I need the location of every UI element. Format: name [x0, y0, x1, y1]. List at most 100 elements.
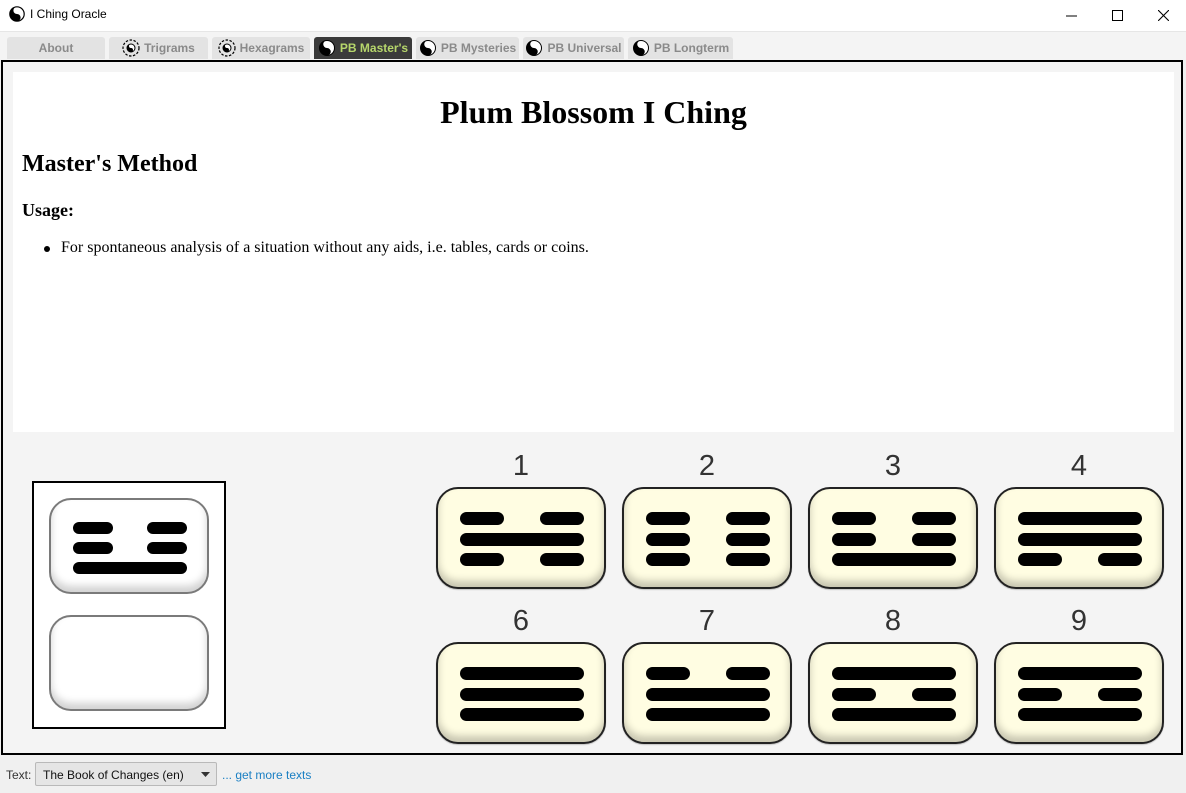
trigram-number: 4	[1070, 450, 1088, 482]
method-heading: Master's Method	[22, 151, 198, 177]
trigram-line	[1018, 553, 1062, 566]
tab-label: PB Universal	[547, 41, 622, 55]
yin-yang-icon	[632, 40, 649, 56]
window-title: I Ching Oracle	[30, 7, 107, 21]
lower-trigram-slot[interactable]	[49, 615, 209, 711]
trigram-line	[646, 512, 690, 525]
close-icon	[1157, 10, 1169, 21]
trigram-line	[73, 522, 113, 534]
trigram-line	[1018, 533, 1142, 546]
usage-heading: Usage:	[22, 200, 74, 220]
trigram-number: 2	[698, 450, 716, 482]
trigram-button-7[interactable]	[622, 642, 792, 744]
trigram-number: 8	[884, 605, 902, 637]
trigram-line	[912, 512, 956, 525]
trigram-line	[832, 512, 876, 525]
trigram-line	[1018, 688, 1062, 701]
minimize-button[interactable]	[1048, 0, 1094, 31]
trigram-lines	[1018, 667, 1142, 721]
trigram-lines	[832, 667, 956, 721]
yin-yang-icon	[526, 40, 543, 56]
yin-yang-icon	[9, 6, 25, 22]
trigram-line	[73, 542, 113, 554]
yin-yang-icon	[318, 40, 335, 56]
trigram-lines	[1018, 512, 1142, 566]
trigram-lines	[646, 667, 770, 721]
trigram-line	[460, 708, 584, 721]
trigram-line	[1018, 708, 1142, 721]
bullet-icon	[44, 246, 50, 252]
yin-yang-icon	[419, 40, 436, 56]
trigram-button-4[interactable]	[994, 487, 1164, 589]
trigram-button-6[interactable]	[436, 642, 606, 744]
trigram-lines	[646, 512, 770, 566]
text-select[interactable]: The Book of Changes (en)	[35, 762, 217, 786]
selected-text: The Book of Changes (en)	[43, 768, 184, 782]
trigram-line	[832, 533, 876, 546]
trigram-line	[646, 667, 690, 680]
tab-pb-mysteries[interactable]: PB Mysteries	[416, 37, 519, 59]
trigram-line	[460, 667, 584, 680]
trigram-line	[460, 553, 504, 566]
list-item: For spontaneous analysis of a situation …	[43, 239, 589, 257]
tab-trigrams[interactable]: Trigrams	[109, 37, 208, 59]
trigram-line	[460, 688, 584, 701]
trigram-line	[147, 522, 187, 534]
title-bar: I Ching Oracle	[0, 0, 1186, 32]
get-more-texts-link[interactable]: ... get more texts	[222, 768, 311, 782]
trigram-line	[1098, 553, 1142, 566]
tab-about[interactable]: About	[7, 37, 105, 59]
document-title: Plum Blossom I Ching	[440, 94, 747, 130]
tab-label: About	[38, 41, 74, 55]
trigram-line	[726, 553, 770, 566]
tab-pb-masters[interactable]: PB Master's	[314, 37, 412, 59]
trigram-line	[1018, 667, 1142, 680]
tab-pb-universal[interactable]: PB Universal	[523, 37, 624, 59]
tab-bar: About Trigrams Hexagrams PB Master's PB …	[0, 32, 1186, 60]
trigram-line	[540, 512, 584, 525]
trigram-lines	[51, 617, 211, 713]
trigram-number: 6	[512, 605, 530, 637]
trigram-line	[726, 512, 770, 525]
description-document: Plum Blossom I Ching Master's Method Usa…	[13, 72, 1174, 432]
status-bar: Text: The Book of Changes (en) ... get m…	[0, 757, 1186, 793]
trigram-button-1[interactable]	[436, 487, 606, 589]
tab-pb-longterm[interactable]: PB Longterm	[628, 37, 733, 59]
trigram-number: 7	[698, 605, 716, 637]
trigram-lines	[460, 667, 584, 721]
tab-label: Trigrams	[144, 41, 195, 55]
tab-hexagrams[interactable]: Hexagrams	[212, 37, 310, 59]
trigram-lines	[460, 512, 584, 566]
trigram-line	[832, 688, 876, 701]
trigram-number: 9	[1070, 605, 1088, 637]
usage-text: For spontaneous analysis of a situation …	[61, 239, 589, 256]
trigram-line	[646, 688, 770, 701]
close-button[interactable]	[1140, 0, 1186, 31]
trigram-line	[726, 533, 770, 546]
trigram-button-3[interactable]	[808, 487, 978, 589]
trigram-line	[646, 708, 770, 721]
trigram-line	[912, 688, 956, 701]
tab-label: PB Mysteries	[440, 41, 517, 55]
trigram-line	[726, 667, 770, 680]
bagua-icon	[218, 39, 236, 57]
chevron-down-icon	[201, 772, 210, 777]
trigram-button-9[interactable]	[994, 642, 1164, 744]
main-panel: Plum Blossom I Ching Master's Method Usa…	[1, 60, 1183, 755]
trigram-number: 3	[884, 450, 902, 482]
trigram-button-8[interactable]	[808, 642, 978, 744]
trigram-line	[832, 553, 956, 566]
trigram-line	[646, 533, 690, 546]
trigram-line	[646, 553, 690, 566]
bagua-icon	[122, 39, 140, 57]
upper-trigram-slot[interactable]	[49, 498, 209, 594]
minimize-icon	[1065, 15, 1077, 17]
trigram-line	[460, 533, 584, 546]
trigram-number: 1	[512, 450, 530, 482]
trigram-button-2[interactable]	[622, 487, 792, 589]
tab-label: PB Longterm	[653, 41, 730, 55]
maximize-button[interactable]	[1094, 0, 1140, 31]
trigram-line	[832, 708, 956, 721]
trigram-lines	[832, 512, 956, 566]
trigram-line	[540, 553, 584, 566]
